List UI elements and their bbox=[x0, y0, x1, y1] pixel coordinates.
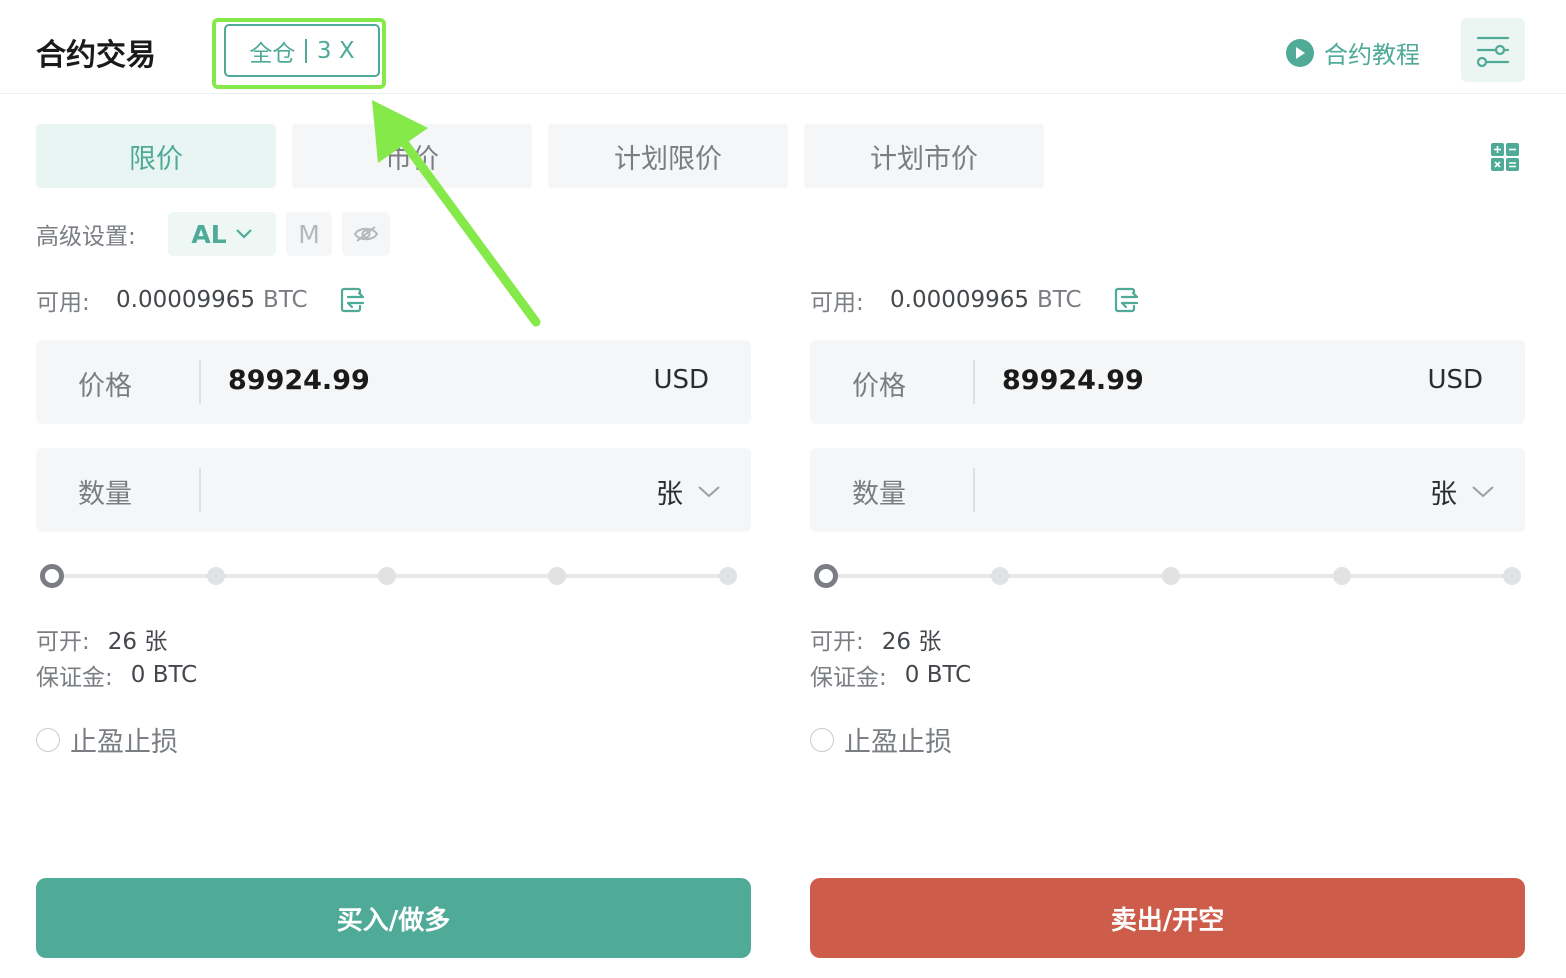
calculator-icon[interactable] bbox=[1490, 142, 1520, 172]
buy-long-button[interactable]: 买入/做多 bbox=[36, 878, 751, 958]
available-value: 0.00009965 bbox=[890, 287, 1030, 313]
openable-value: 26 张 bbox=[881, 629, 942, 655]
slider-step-50[interactable] bbox=[1162, 567, 1180, 585]
header: 合约交易 全仓 3 X 合约教程 bbox=[0, 0, 1566, 94]
slider-step-75[interactable] bbox=[1333, 567, 1351, 585]
available-label: 可用: bbox=[36, 290, 90, 316]
tpsl-radio[interactable] bbox=[36, 727, 60, 752]
highlight-box bbox=[212, 18, 386, 89]
margin-row: 保证金: 0 BTC bbox=[810, 658, 971, 692]
eye-hidden-icon bbox=[353, 226, 379, 242]
advanced-settings: 高级设置: AL M bbox=[36, 212, 390, 256]
available-label: 可用: bbox=[810, 290, 864, 316]
tab-plan-limit[interactable]: 计划限价 bbox=[548, 124, 788, 188]
sell-panel: 可用: 0.00009965 BTC 价格 89924.99 USD 数量 张 … bbox=[810, 280, 1525, 758]
divider bbox=[973, 468, 975, 512]
quantity-field[interactable]: 数量 张 bbox=[36, 448, 751, 532]
quantity-field[interactable]: 数量 张 bbox=[810, 448, 1525, 532]
slider-step-25[interactable] bbox=[991, 567, 1009, 585]
margin-label: 保证金: bbox=[810, 665, 887, 691]
price-unit: USD bbox=[1427, 365, 1483, 395]
margin-row: 保证金: 0 BTC bbox=[36, 658, 197, 692]
al-label: AL bbox=[191, 219, 227, 249]
quantity-label: 数量 bbox=[78, 479, 132, 510]
quantity-unit-dropdown[interactable]: 张 bbox=[656, 472, 721, 511]
slider-handle[interactable] bbox=[40, 564, 64, 588]
chevron-down-icon bbox=[1472, 485, 1494, 497]
slider-step-50[interactable] bbox=[378, 567, 396, 585]
price-unit: USD bbox=[653, 365, 709, 395]
tab-market[interactable]: 市价 bbox=[292, 124, 532, 188]
price-field[interactable]: 价格 89924.99 USD bbox=[36, 340, 751, 424]
tutorial-label: 合约教程 bbox=[1324, 41, 1420, 69]
openable-row: 可开: 26 张 bbox=[810, 622, 941, 656]
amount-slider[interactable] bbox=[40, 564, 747, 588]
margin-value: 0 BTC bbox=[130, 662, 198, 688]
al-dropdown[interactable]: AL bbox=[168, 212, 276, 256]
available-row: 可用: 0.00009965 BTC bbox=[810, 280, 1525, 320]
openable-label: 可开: bbox=[36, 629, 90, 655]
slider-step-100[interactable] bbox=[719, 567, 737, 585]
margin-label: 保证金: bbox=[36, 665, 113, 691]
available-unit: BTC bbox=[263, 287, 308, 313]
price-input[interactable]: 89924.99 bbox=[1002, 365, 1144, 396]
price-label: 价格 bbox=[852, 371, 906, 402]
advanced-settings-label: 高级设置: bbox=[36, 224, 136, 250]
page-title: 合约交易 bbox=[36, 38, 156, 73]
quantity-unit: 张 bbox=[656, 479, 683, 510]
price-input[interactable]: 89924.99 bbox=[228, 365, 370, 396]
sliders-icon bbox=[1476, 36, 1510, 67]
hidden-order-button[interactable] bbox=[342, 212, 390, 256]
slider-step-25[interactable] bbox=[207, 567, 225, 585]
tab-plan-market[interactable]: 计划市价 bbox=[804, 124, 1044, 188]
price-field[interactable]: 价格 89924.99 USD bbox=[810, 340, 1525, 424]
openable-label: 可开: bbox=[810, 629, 864, 655]
order-type-tabs: 限价 市价 计划限价 计划市价 bbox=[36, 124, 1044, 188]
chevron-down-icon bbox=[698, 485, 720, 497]
amount-slider[interactable] bbox=[814, 564, 1521, 588]
openable-value: 26 张 bbox=[107, 629, 168, 655]
transfer-icon[interactable] bbox=[338, 286, 366, 314]
tpsl-label: 止盈止损 bbox=[70, 727, 178, 758]
quantity-label: 数量 bbox=[852, 479, 906, 510]
tpsl-radio[interactable] bbox=[810, 727, 834, 752]
available-value: 0.00009965 bbox=[116, 287, 256, 313]
m-button[interactable]: M bbox=[286, 212, 332, 256]
play-icon bbox=[1286, 38, 1314, 67]
divider bbox=[973, 360, 975, 404]
openable-row: 可开: 26 张 bbox=[36, 622, 167, 656]
tpsl-option[interactable]: 止盈止损 bbox=[810, 720, 952, 759]
transfer-icon[interactable] bbox=[1112, 286, 1140, 314]
margin-value: 0 BTC bbox=[904, 662, 972, 688]
price-label: 价格 bbox=[78, 371, 132, 402]
divider bbox=[199, 468, 201, 512]
chevron-down-icon bbox=[235, 229, 252, 239]
slider-step-100[interactable] bbox=[1503, 567, 1521, 585]
quantity-unit-dropdown[interactable]: 张 bbox=[1430, 472, 1495, 511]
tpsl-option[interactable]: 止盈止损 bbox=[36, 720, 178, 759]
available-row: 可用: 0.00009965 BTC bbox=[36, 280, 751, 320]
slider-handle[interactable] bbox=[814, 564, 838, 588]
buy-panel: 可用: 0.00009965 BTC 价格 89924.99 USD 数量 张 … bbox=[36, 280, 751, 758]
available-unit: BTC bbox=[1037, 287, 1082, 313]
tpsl-label: 止盈止损 bbox=[844, 727, 952, 758]
sell-short-button[interactable]: 卖出/开空 bbox=[810, 878, 1525, 958]
settings-button[interactable] bbox=[1461, 18, 1525, 82]
divider bbox=[199, 360, 201, 404]
tutorial-link[interactable]: 合约教程 bbox=[1286, 35, 1420, 70]
tab-limit[interactable]: 限价 bbox=[36, 124, 276, 188]
quantity-unit: 张 bbox=[1430, 479, 1457, 510]
slider-step-75[interactable] bbox=[548, 567, 566, 585]
